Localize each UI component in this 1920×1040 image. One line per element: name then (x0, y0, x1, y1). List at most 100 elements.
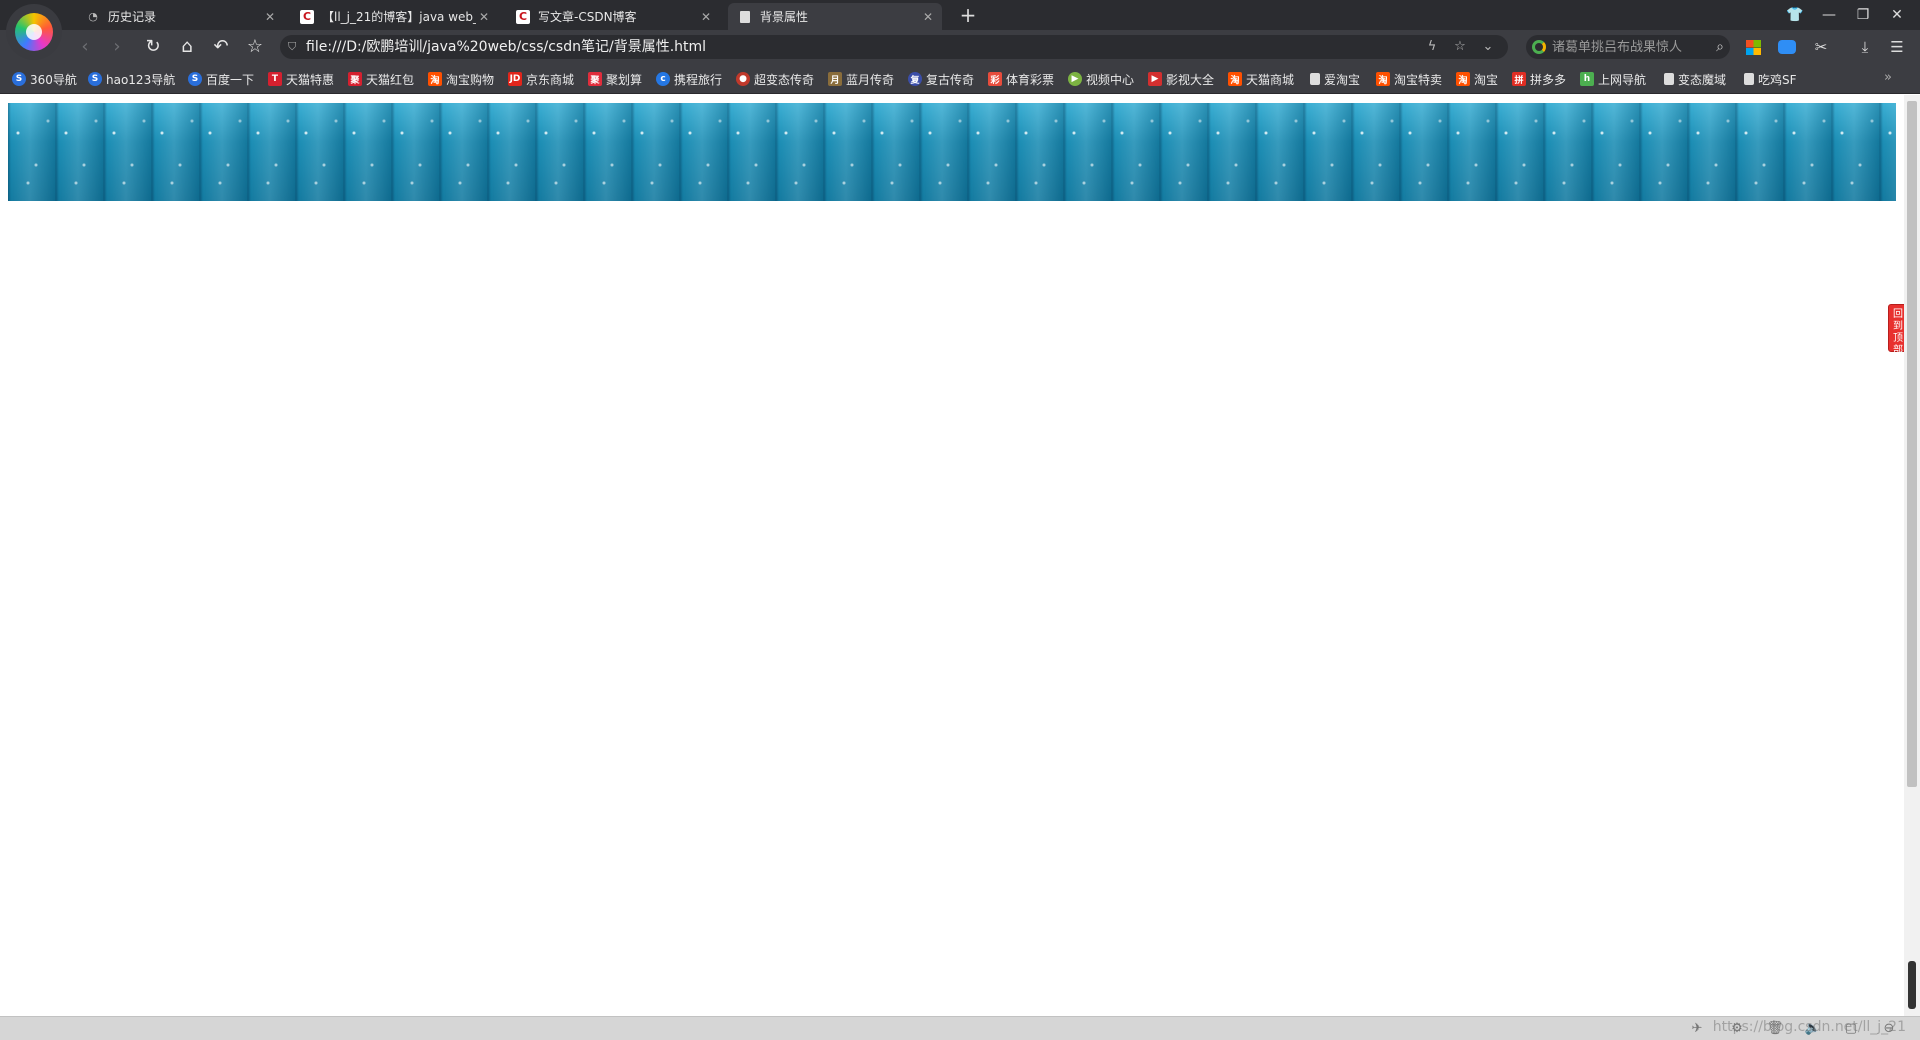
address-bar[interactable]: ⛉ file:///D:/欧鹏培训/java%20web/css/csdn笔记/… (280, 35, 1508, 59)
document-icon (738, 10, 752, 24)
bookmark-item[interactable]: T 天猫特惠 (268, 71, 334, 87)
bookmark-label: 变态魔域 (1678, 72, 1727, 87)
bookmark-label: 视频中心 (1086, 72, 1135, 87)
chat-icon[interactable] (1774, 35, 1800, 59)
bookmark-item[interactable]: 月蓝月传奇 (828, 71, 894, 87)
close-window-button[interactable]: ✕ (1880, 0, 1914, 30)
tab-title: 背景属性 (760, 10, 809, 24)
tab-history[interactable]: ◔ 历史记录 ✕ (76, 3, 284, 30)
rocket-icon[interactable]: ✈ (1688, 1020, 1706, 1038)
bookmark-icon: c (656, 72, 670, 86)
bookmark-icon: 淘 (1228, 72, 1242, 86)
close-icon[interactable]: ✕ (920, 10, 936, 24)
undo-close-button[interactable]: ↶ (208, 35, 234, 59)
bookmark-item[interactable]: 拼拼多多 (1512, 71, 1566, 87)
bookmark-icon: S (188, 72, 202, 86)
bookmark-icon: 复 (908, 72, 922, 86)
search-icon[interactable]: ⌕ (1716, 35, 1724, 59)
bookmark-label: 复古传奇 (926, 72, 975, 87)
bookmark-label: 聚划算 (606, 72, 643, 87)
bookmark-label: 淘宝购物 (446, 72, 495, 87)
bookmark-icon: h (1580, 72, 1594, 86)
skin-icon[interactable]: 👕 (1778, 0, 1812, 30)
bookmark-item[interactable]: 吃鸡SF (1744, 71, 1797, 87)
star-icon[interactable]: ☆ (1450, 35, 1470, 59)
bookmark-icon: 淘 (1456, 72, 1470, 86)
bookmark-item[interactable]: 复复古传奇 (908, 71, 974, 87)
tab-title: 写文章-CSDN博客 (538, 10, 637, 24)
back-button[interactable]: ‹ (72, 35, 98, 59)
bookmarks-bar: S 360导航 Shao123导航 S 百度一下 T 天猫特惠 聚天猫红包 淘淘宝购物… (0, 64, 1920, 94)
bookmark-label: 天猫红包 (366, 72, 415, 87)
bookmark-item[interactable]: 淘淘宝购物 (428, 71, 494, 87)
download-icon[interactable]: ⤓ (1852, 35, 1878, 59)
more-bookmarks-icon[interactable]: » (1884, 70, 1892, 85)
reload-button[interactable]: ↻ (140, 35, 166, 59)
status-bar: ✈ ⚙ 🗑 🔈 ▢ ⊖ https://blog.csdn.net/ll_j_2… (0, 1016, 1920, 1040)
close-icon[interactable]: ✕ (476, 10, 492, 24)
bookmark-icon: 聚 (588, 72, 602, 86)
minimize-button[interactable]: — (1812, 0, 1846, 30)
chevron-down-icon[interactable]: ⌄ (1478, 35, 1498, 59)
tab-write-article[interactable]: C 写文章-CSDN博客 ✕ (506, 3, 720, 30)
bookmark-label: 百度一下 (206, 72, 255, 87)
url-text[interactable]: file:///D:/欧鹏培训/java%20web/css/csdn笔记/背景… (306, 35, 706, 59)
bookmark-item[interactable]: ▶ 影视大全 (1148, 71, 1214, 87)
new-tab-button[interactable]: + (955, 3, 981, 27)
bookmark-item[interactable]: 彩体育彩票 (988, 71, 1054, 87)
bookmark-item[interactable]: 淘淘宝 (1456, 71, 1498, 87)
bookmark-item[interactable]: JD 京东商城 (508, 71, 574, 87)
bookmark-icon: T (268, 72, 282, 86)
bookmark-icon: ▶ (1068, 72, 1082, 86)
bookmark-item[interactable]: 淘天猫商城 (1228, 71, 1294, 87)
bookmark-item[interactable]: 变态魔域 (1664, 71, 1726, 87)
watermark-text: https://blog.csdn.net/ll_j_21 (1712, 1019, 1906, 1035)
bookmark-label: 拼多多 (1530, 72, 1567, 87)
bookmark-icon (1744, 73, 1754, 85)
bookmark-label: 京东商城 (526, 72, 575, 87)
scissors-icon[interactable]: ✂ (1808, 35, 1834, 59)
page-viewport (0, 95, 1904, 1016)
bookmark-label: 超变态传奇 (754, 72, 815, 87)
navigation-toolbar: ‹ › ↻ ⌂ ↶ ☆ ⛉ file:///D:/欧鹏培训/java%20web… (0, 30, 1920, 64)
home-button[interactable]: ⌂ (174, 35, 200, 59)
bookmark-label: 影视大全 (1166, 72, 1215, 87)
lightning-icon[interactable]: ϟ (1422, 35, 1442, 59)
bookmark-item[interactable]: ▶ 视频中心 (1068, 71, 1134, 87)
bookmark-item[interactable]: S 360导航 (12, 71, 77, 87)
bookmark-label: hao123导航 (106, 72, 176, 87)
browser-logo[interactable] (6, 4, 62, 60)
vertical-scrollbar[interactable] (1904, 95, 1920, 1016)
bookmark-item[interactable]: h 上网导航 (1580, 71, 1646, 87)
bookmark-item[interactable]: 爱淘宝 (1310, 71, 1360, 87)
close-icon[interactable]: ✕ (262, 10, 278, 24)
bookmark-star-button[interactable]: ☆ (242, 35, 268, 59)
apps-icon[interactable] (1740, 35, 1766, 59)
scroll-indicator[interactable] (1908, 961, 1916, 1009)
tab-title: 历史记录 (108, 10, 157, 24)
bookmark-label: 蓝月传奇 (846, 72, 895, 87)
close-icon[interactable]: ✕ (698, 10, 714, 24)
restore-button[interactable]: ❐ (1846, 0, 1880, 30)
bookmark-item[interactable]: ● 超变态传奇 (736, 71, 814, 87)
menu-icon[interactable]: ☰ (1884, 35, 1910, 59)
bookmark-icon (1310, 73, 1320, 85)
bookmark-label: 天猫商城 (1246, 72, 1295, 87)
history-icon: ◔ (88, 10, 98, 23)
bookmark-item[interactable]: Shao123导航 (88, 71, 175, 87)
bookmark-item[interactable]: 淘淘宝特卖 (1376, 71, 1442, 87)
search-input[interactable] (1552, 35, 1702, 59)
forward-button[interactable]: › (104, 35, 130, 59)
bookmark-icon: 淘 (428, 72, 442, 86)
shield-icon: ⛉ (288, 40, 297, 53)
bookmark-icon: JD (508, 72, 522, 86)
tab-csdn-blog[interactable]: C 【ll_j_21的博客】java web_ ✕ (290, 3, 498, 30)
scrollbar-thumb[interactable] (1907, 101, 1917, 787)
bookmark-item[interactable]: 聚天猫红包 (348, 71, 414, 87)
search-engine-icon (1532, 40, 1546, 54)
bookmark-item[interactable]: c 携程旅行 (656, 71, 722, 87)
tab-background-properties[interactable]: 背景属性 ✕ (728, 3, 942, 30)
bookmark-label: 360导航 (30, 72, 77, 87)
bookmark-item[interactable]: S 百度一下 (188, 71, 254, 87)
bookmark-item[interactable]: 聚聚划算 (588, 71, 642, 87)
